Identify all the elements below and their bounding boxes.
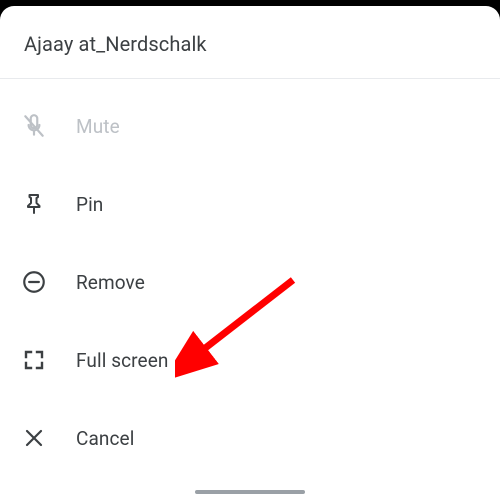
menu-item-remove[interactable]: Remove [0, 243, 500, 321]
menu-list: Mute Pin Remove [0, 79, 500, 477]
close-icon [20, 424, 48, 452]
sheet-title: Ajaay at_Nerdschalk [0, 6, 500, 78]
menu-item-label: Cancel [76, 427, 134, 450]
mute-icon [20, 112, 48, 140]
menu-item-label: Remove [76, 271, 145, 294]
menu-item-label: Full screen [76, 349, 168, 372]
menu-item-mute: Mute [0, 87, 500, 165]
pin-icon [20, 190, 48, 218]
menu-item-label: Mute [76, 115, 120, 138]
menu-item-label: Pin [76, 193, 103, 216]
action-sheet: Ajaay at_Nerdschalk Mute Pin [0, 6, 500, 500]
home-indicator [195, 490, 305, 494]
menu-item-pin[interactable]: Pin [0, 165, 500, 243]
remove-icon [20, 268, 48, 296]
menu-item-cancel[interactable]: Cancel [0, 399, 500, 477]
fullscreen-icon [20, 346, 48, 374]
menu-item-fullscreen[interactable]: Full screen [0, 321, 500, 399]
